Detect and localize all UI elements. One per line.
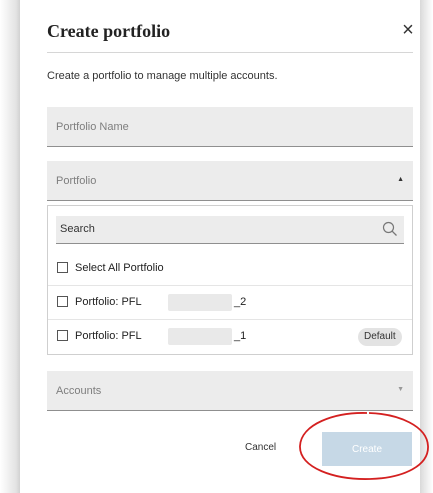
portfolio-select[interactable]: Portfolio ▲ xyxy=(47,161,413,201)
default-badge: Default xyxy=(358,328,402,346)
dialog-description: Create a portfolio to manage multiple ac… xyxy=(47,70,278,82)
select-all-option[interactable]: Select All Portfolio xyxy=(48,254,412,284)
portfolio-select-label: Portfolio xyxy=(56,175,97,187)
redacted-name xyxy=(168,294,232,311)
portfolio-name-input[interactable]: Portfolio Name xyxy=(47,107,413,147)
close-icon[interactable]: × xyxy=(398,20,418,40)
option-divider xyxy=(48,285,412,286)
portfolio-dropdown-panel: Select All Portfolio Portfolio: PFL _2 P… xyxy=(47,205,413,355)
portfolio-option[interactable]: Portfolio: PFL _2 xyxy=(48,288,412,318)
dialog-title: Create portfolio xyxy=(47,21,171,41)
option-divider xyxy=(48,319,412,320)
portfolio-name-placeholder: Portfolio Name xyxy=(56,121,129,133)
redacted-name xyxy=(168,328,232,345)
caret-down-icon: ▼ xyxy=(397,386,404,393)
checkbox-icon[interactable] xyxy=(57,262,68,273)
checkbox-icon[interactable] xyxy=(57,296,68,307)
dropdown-search-input[interactable] xyxy=(56,216,370,242)
annotation-circle xyxy=(299,412,429,480)
header-divider xyxy=(47,52,413,53)
select-all-label: Select All Portfolio xyxy=(75,262,164,274)
caret-up-icon: ▲ xyxy=(397,176,404,183)
dropdown-search xyxy=(56,216,404,244)
checkbox-icon[interactable] xyxy=(57,330,68,341)
accounts-select-label: Accounts xyxy=(56,385,102,397)
search-icon[interactable] xyxy=(382,221,398,237)
portfolio-option-suffix: _1 xyxy=(234,330,247,342)
portfolio-option-prefix: Portfolio: PFL xyxy=(75,296,142,308)
portfolio-option[interactable]: Portfolio: PFL _1 Default xyxy=(48,322,412,352)
accounts-select[interactable]: Accounts ▼ xyxy=(47,371,413,411)
backdrop-shadow-left xyxy=(0,0,20,493)
cancel-button[interactable]: Cancel xyxy=(245,442,276,453)
portfolio-option-suffix: _2 xyxy=(234,296,247,308)
portfolio-option-prefix: Portfolio: PFL xyxy=(75,330,142,342)
